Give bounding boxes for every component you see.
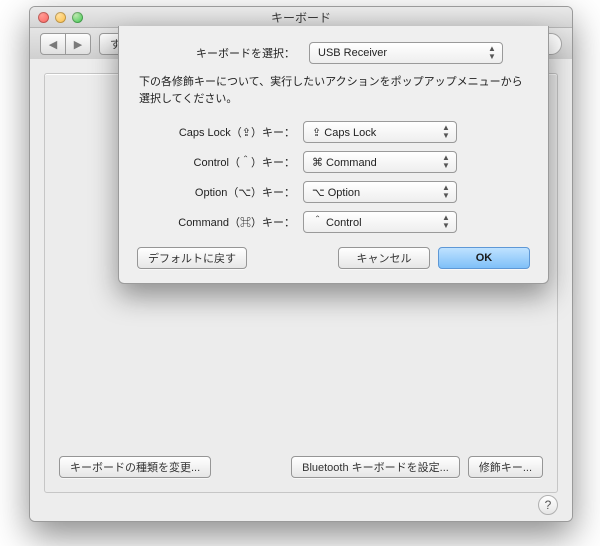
instruction-text: 下の各修飾キーについて、実行したいアクションをポップアップメニューから選択してく… (139, 74, 528, 107)
sheet-button-row: デフォルトに戻す キャンセル OK (137, 247, 530, 269)
modifier-keys-label: 修飾キー... (479, 459, 532, 475)
control-value: ⌘ Command (312, 156, 377, 169)
restore-defaults-label: デフォルトに戻す (148, 250, 236, 266)
cancel-button[interactable]: キャンセル (338, 247, 430, 269)
modifier-keys-sheet: キーボードを選択： USB Receiver 下の各修飾キーについて、実行したい… (118, 26, 549, 284)
select-keyboard-label: キーボードを選択： (137, 45, 303, 61)
popup-arrows-icon (440, 184, 452, 200)
capslock-label: Caps Lock（⇪）キー： (137, 124, 303, 140)
forward-button[interactable]: ▶ (66, 33, 91, 55)
capslock-value: ⇪ Caps Lock (312, 126, 376, 139)
setup-bluetooth-button[interactable]: Bluetooth キーボードを設定... (291, 456, 460, 478)
option-popup[interactable]: ⌥ Option (303, 181, 457, 203)
command-popup[interactable]: ＾ Control (303, 211, 457, 233)
popup-arrows-icon (486, 45, 498, 61)
select-keyboard-value: USB Receiver (318, 47, 387, 59)
select-keyboard-popup[interactable]: USB Receiver (309, 42, 503, 64)
chevron-right-icon: ▶ (74, 38, 82, 51)
popup-arrows-icon (440, 154, 452, 170)
capslock-row: Caps Lock（⇪）キー： ⇪ Caps Lock (137, 121, 530, 143)
minimize-traffic-light[interactable] (55, 12, 66, 23)
help-icon: ? (545, 498, 552, 512)
window-title: キーボード (30, 9, 572, 26)
change-keyboard-type-button[interactable]: キーボードの種類を変更... (59, 456, 211, 478)
cancel-label: キャンセル (357, 250, 412, 266)
control-popup[interactable]: ⌘ Command (303, 151, 457, 173)
option-value: ⌥ Option (312, 186, 360, 199)
change-type-label: キーボードの種類を変更... (70, 459, 200, 475)
capslock-popup[interactable]: ⇪ Caps Lock (303, 121, 457, 143)
titlebar: キーボード (30, 7, 572, 28)
close-traffic-light[interactable] (38, 12, 49, 23)
restore-defaults-button[interactable]: デフォルトに戻す (137, 247, 247, 269)
option-row: Option（⌥）キー： ⌥ Option (137, 181, 530, 203)
control-label: Control（＾）キー： (137, 154, 303, 170)
popup-arrows-icon (440, 124, 452, 140)
control-row: Control（＾）キー： ⌘ Command (137, 151, 530, 173)
command-row: Command（⌘）キー： ＾ Control (137, 211, 530, 233)
modifier-keys-button[interactable]: 修飾キー... (468, 456, 543, 478)
back-button[interactable]: ◀ (40, 33, 66, 55)
command-label: Command（⌘）キー： (137, 214, 303, 230)
select-keyboard-row: キーボードを選択： USB Receiver (137, 42, 530, 64)
setup-bluetooth-label: Bluetooth キーボードを設定... (302, 459, 449, 475)
window-controls (38, 12, 83, 23)
chevron-left-icon: ◀ (49, 38, 57, 51)
popup-arrows-icon (440, 214, 452, 230)
option-label: Option（⌥）キー： (137, 184, 303, 200)
command-value: ＾ Control (312, 214, 362, 230)
panel-footer-row: キーボードの種類を変更... Bluetooth キーボードを設定... 修飾キ… (59, 456, 543, 478)
ok-button[interactable]: OK (438, 247, 530, 269)
zoom-traffic-light[interactable] (72, 12, 83, 23)
ok-label: OK (476, 252, 493, 264)
help-button[interactable]: ? (538, 495, 558, 515)
nav-segment: ◀ ▶ (40, 33, 91, 55)
